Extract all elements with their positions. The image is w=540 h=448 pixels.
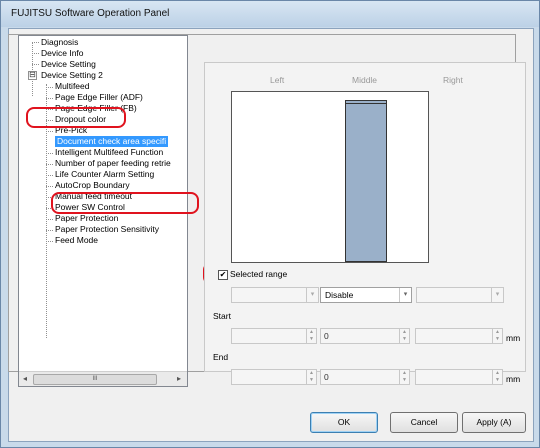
middle-mode-value: Disable [325,290,354,300]
tree-item-life-counter-alarm[interactable]: Life Counter Alarm Setting [55,169,154,180]
spin-down-icon[interactable]: ▼ [493,377,502,384]
middle-mode-select[interactable]: Disable ▾ [320,287,412,303]
tree-item-page-edge-filler-adf[interactable]: Page Edge Filler (ADF) [55,92,143,103]
tree-item-paper-protection-sensitivity[interactable]: Paper Protection Sensitivity [55,224,159,235]
tree-item-document-check-area[interactable]: Document check area specifi [55,136,169,147]
tree-connector [46,230,53,231]
chevron-down-icon[interactable]: ▾ [399,288,411,302]
spin-buttons[interactable]: ▲ ▼ [306,329,316,343]
tree-connector [32,64,39,65]
tree-connector [46,241,53,242]
start-left-spinner[interactable]: ▲ ▼ [231,328,317,344]
end-unit: mm [506,374,521,384]
start-unit: mm [506,333,521,343]
selected-check-area [345,100,387,262]
tree-item-autocrop-boundary[interactable]: AutoCrop Boundary [55,180,130,191]
spin-buttons[interactable]: ▲ ▼ [399,329,409,343]
spin-up-icon[interactable]: ▲ [307,370,316,377]
tree-connector [46,98,53,99]
tree-connector [46,164,53,165]
tree-item-device-setting[interactable]: Device Setting [41,59,96,70]
end-middle-value: 0 [324,372,329,382]
tree-connector [32,42,33,96]
spin-down-icon[interactable]: ▼ [400,377,409,384]
tree-item-paper-protection[interactable]: Paper Protection [55,213,118,224]
highlight-ring-document-check-area [51,192,199,214]
spin-down-icon[interactable]: ▼ [307,377,316,384]
spin-buttons[interactable]: ▲ ▼ [306,370,316,384]
scrollbar-thumb[interactable]: III [33,374,157,385]
tree-connector [32,42,39,43]
spin-up-icon[interactable]: ▲ [400,329,409,336]
tree-connector [46,87,53,88]
selected-range-label: Selected range [230,269,288,279]
right-mode-select[interactable]: ▾ [416,287,504,303]
spin-buttons[interactable]: ▲ ▼ [399,370,409,384]
spin-up-icon[interactable]: ▲ [493,329,502,336]
start-middle-value: 0 [324,331,329,341]
end-right-spinner[interactable]: ▲ ▼ [415,369,503,385]
tree-horizontal-scrollbar[interactable]: ◂ III ▸ [19,371,187,386]
tree-connector [46,175,53,176]
column-label-right: Right [443,75,463,85]
highlight-ring-device-setting-2 [26,107,126,128]
cancel-button[interactable]: Cancel [390,412,458,433]
tree-item-intelligent-multifeed[interactable]: Intelligent Multifeed Function [55,147,163,158]
tree-item-multifeed[interactable]: Multifeed [55,81,90,92]
left-mode-select[interactable]: ▾ [231,287,319,303]
tree-item-device-info[interactable]: Device Info [41,48,84,59]
title-bar[interactable]: FUJITSU Software Operation Panel [1,1,539,27]
spin-buttons[interactable]: ▲ ▼ [492,329,502,343]
chevron-down-icon[interactable]: ▾ [491,288,503,302]
tree-item-diagnosis[interactable]: Diagnosis [41,37,78,48]
column-label-middle: Middle [352,75,378,85]
spin-up-icon[interactable]: ▲ [400,370,409,377]
tree-item-feed-mode[interactable]: Feed Mode [55,235,98,246]
scroll-right-icon[interactable]: ▸ [177,374,181,383]
end-label: End [213,352,229,362]
tree-connector [46,219,53,220]
tree-connector [46,153,53,154]
tree-connector [46,131,53,132]
selected-range-checkbox[interactable]: ✔ [218,270,228,280]
collapse-icon[interactable]: ⊟ [28,71,37,80]
spin-up-icon[interactable]: ▲ [307,329,316,336]
spin-down-icon[interactable]: ▼ [493,336,502,343]
tree-connector [32,53,39,54]
column-label-left: Left [270,75,285,85]
start-right-spinner[interactable]: ▲ ▼ [415,328,503,344]
tree-connector [46,186,53,187]
scroll-left-icon[interactable]: ◂ [23,374,27,383]
start-label: Start [213,311,231,321]
chevron-down-icon[interactable]: ▾ [306,288,318,302]
spin-down-icon[interactable]: ▼ [307,336,316,343]
end-middle-spinner[interactable]: 0 ▲ ▼ [320,369,410,385]
tree-item-paper-feeding-retries[interactable]: Number of paper feeding retrie [55,158,171,169]
tree-item-device-setting-2[interactable]: Device Setting 2 [41,70,103,81]
end-left-spinner[interactable]: ▲ ▼ [231,369,317,385]
apply-button[interactable]: Apply (A) [462,412,526,433]
spin-up-icon[interactable]: ▲ [493,370,502,377]
ok-button[interactable]: OK [310,412,378,433]
spin-buttons[interactable]: ▲ ▼ [492,370,502,384]
start-middle-spinner[interactable]: 0 ▲ ▼ [320,328,410,344]
check-area-preview [231,91,429,263]
spin-down-icon[interactable]: ▼ [400,336,409,343]
window-title: FUJITSU Software Operation Panel [11,8,170,19]
